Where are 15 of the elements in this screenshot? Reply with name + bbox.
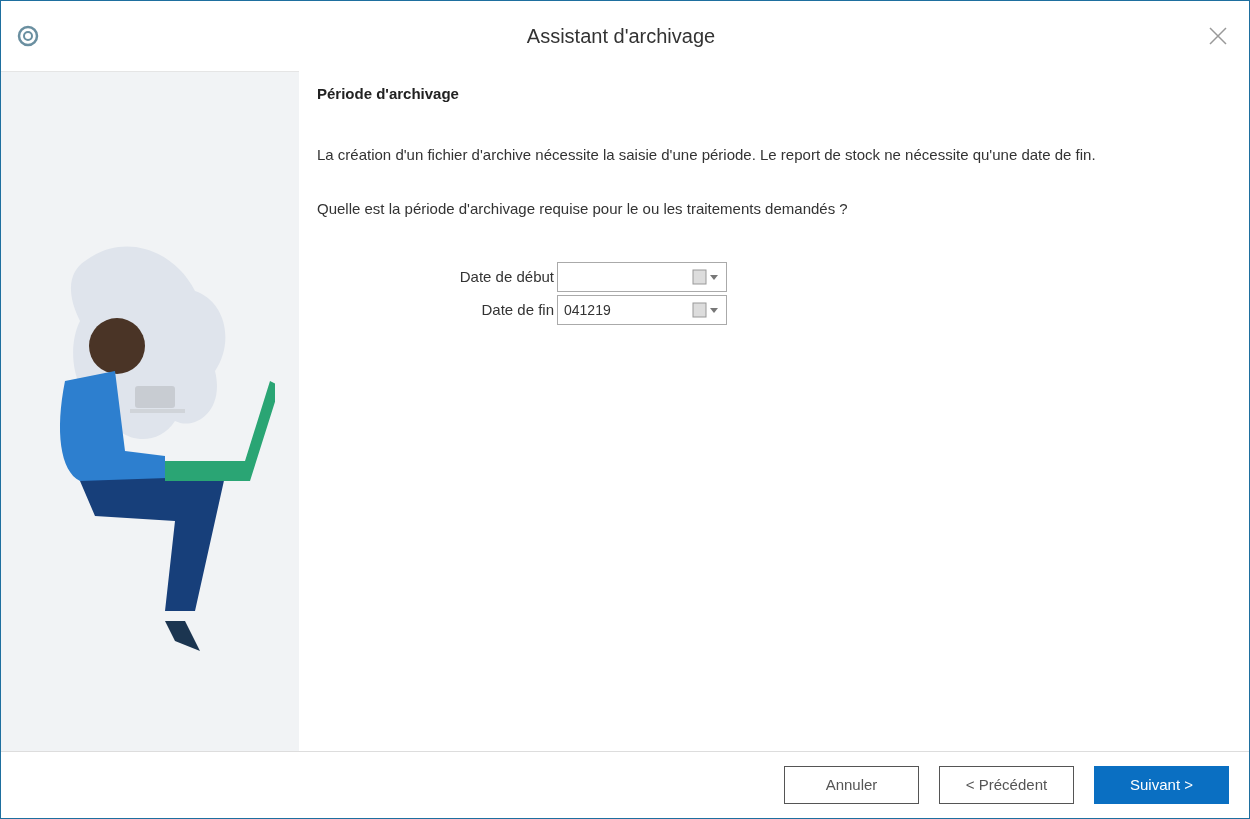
- close-icon: [1208, 26, 1228, 46]
- window-title: Assistant d'archivage: [526, 24, 716, 49]
- date-field[interactable]: [557, 262, 727, 292]
- date-field[interactable]: 041219: [557, 295, 727, 325]
- dialog-button[interactable]: < Précédent: [939, 766, 1074, 804]
- dialog-button[interactable]: Annuler: [784, 766, 919, 804]
- calendar-dropdown-icon[interactable]: [692, 302, 720, 318]
- next-button[interactable]: Suivant >: [1094, 766, 1229, 804]
- field-label: Date de début: [459, 266, 554, 287]
- step-question: Quelle est la période d'archivage requise pour le ou les traitements demandés ?: [317, 198, 849, 219]
- field-label: Date de fin: [481, 299, 554, 320]
- step-heading: Période d'archivage: [317, 84, 460, 104]
- step-description: La création d'un fichier d'archive nécessite la saisie d'une période. Le report de stock ne nécessite qu'une date de fin.: [317, 144, 1097, 165]
- app-logo-icon: [17, 25, 39, 47]
- calendar-dropdown-icon[interactable]: [692, 269, 720, 285]
